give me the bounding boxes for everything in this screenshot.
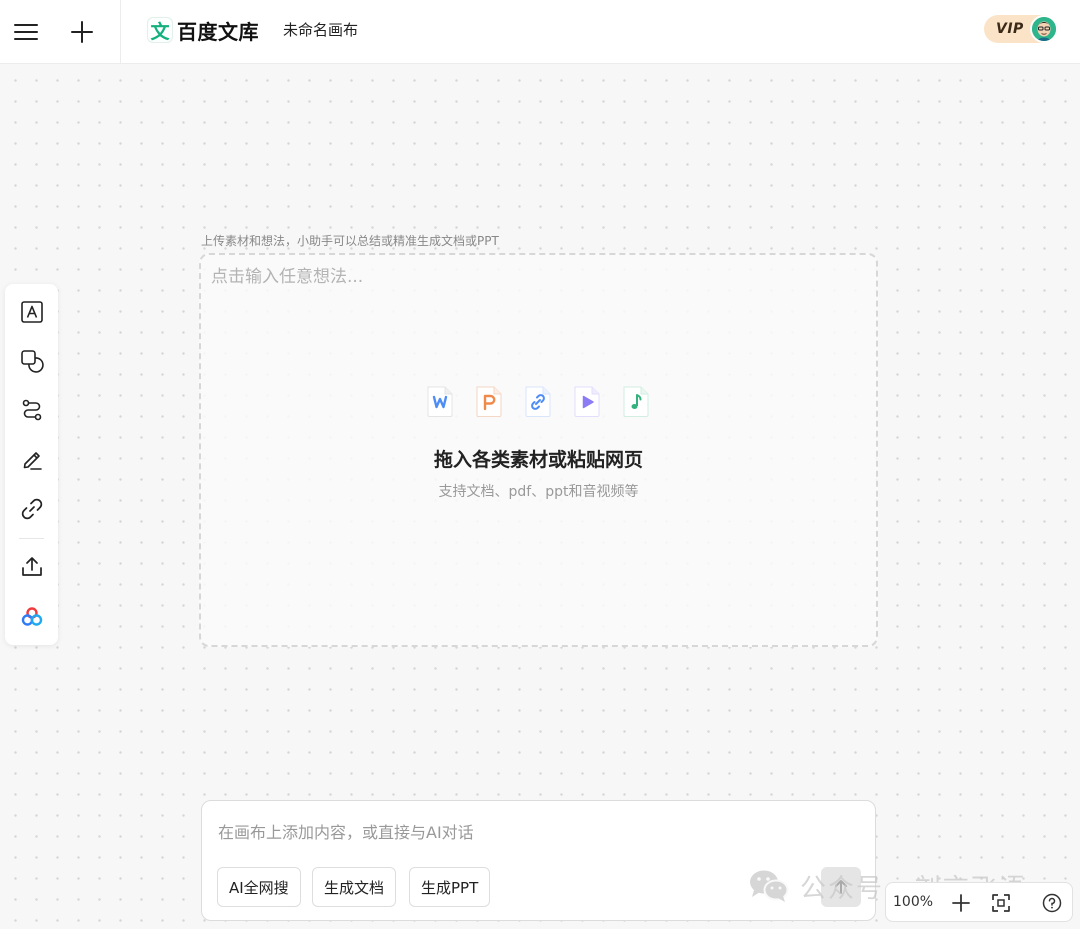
plus-icon [952,894,970,912]
ai-web-search-chip[interactable]: AI全网搜 [217,867,301,907]
baidu-netdisk-icon [21,606,42,626]
avatar[interactable] [1030,15,1058,43]
chat-input[interactable] [218,819,778,845]
zoom-in-button[interactable] [949,891,973,915]
vip-label: VIP [996,21,1024,37]
left-toolbar [5,284,58,645]
fit-screen-icon [992,894,1010,912]
ai-chat-box: AI全网搜 生成文档 生成PPT [201,800,876,921]
help-button[interactable] [1040,891,1064,915]
new-canvas-button[interactable] [64,14,100,50]
netdisk-tool-button[interactable] [16,601,47,632]
send-button[interactable] [821,867,861,907]
hamburger-icon [14,24,38,40]
generate-ppt-chip[interactable]: 生成PPT [409,867,491,907]
link-tool-button[interactable] [16,493,47,524]
text-tool-button[interactable] [16,296,47,327]
video-file-icon [574,386,600,417]
header-divider [120,0,121,64]
document-title[interactable]: 未命名画布 [283,19,358,40]
pen-tool-button[interactable] [16,443,47,474]
zoom-controls: 100% [885,882,1073,922]
brand-name: 百度文库 [177,19,259,44]
send-arrow-icon [835,880,847,894]
ppt-file-icon [476,386,502,417]
connector-tool-button[interactable] [16,394,47,425]
audio-file-icon [623,386,649,417]
upload-hint: 上传素材和想法，小助手可以总结或精准生成文档或PPT [201,234,499,248]
plus-icon [71,21,93,43]
link-icon [21,498,42,519]
connector-icon [22,399,41,420]
generate-doc-chip[interactable]: 生成文档 [312,867,397,907]
user-avatar-icon [1032,17,1056,41]
upload-tool-button[interactable] [16,551,47,582]
menu-button[interactable] [8,14,44,50]
help-icon [1042,893,1062,913]
logo-mark-icon: 文 [147,17,173,43]
drop-zone-subtitle: 支持文档、pdf、ppt和音视频等 [438,484,639,500]
upload-drop-zone[interactable]: 拖入各类素材或粘贴网页 支持文档、pdf、ppt和音视频等 [199,253,878,647]
toolbar-divider [19,538,44,539]
idea-input[interactable] [211,265,711,289]
vip-badge[interactable]: VIP [984,15,1058,43]
shapes-icon [20,349,44,373]
fit-view-button[interactable] [989,891,1013,915]
word-file-icon [427,386,453,417]
shapes-tool-button[interactable] [16,345,47,376]
link-file-icon [525,386,551,417]
drop-zone-title: 拖入各类素材或粘贴网页 [433,449,643,471]
zoom-level[interactable]: 100% [893,894,933,910]
brand-logo[interactable]: 文 百度文库 [147,15,259,45]
upload-icon [21,556,42,576]
top-bar: 文 百度文库 未命名画布 VIP [0,0,1080,64]
pen-icon [23,451,42,470]
text-icon [20,300,43,323]
